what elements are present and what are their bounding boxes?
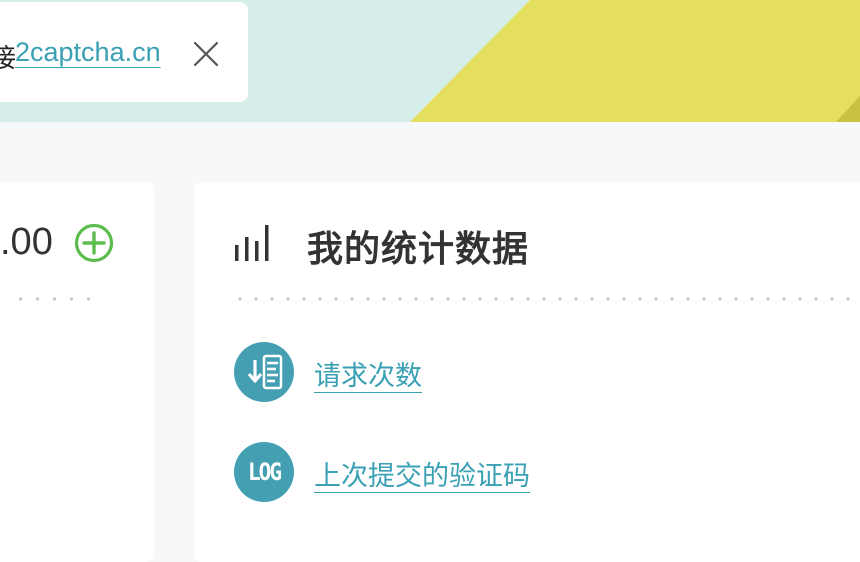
divider-dotted [12, 297, 102, 301]
plus-circle-icon[interactable] [74, 223, 114, 263]
domain-notice: 接 2captcha.cn [0, 2, 248, 102]
close-icon[interactable] [190, 38, 222, 70]
sort-list-icon [234, 342, 294, 402]
log-icon-text: LOG [248, 458, 282, 486]
top-banner: 接 2captcha.cn [0, 0, 860, 122]
log-icon: LOG [234, 442, 294, 502]
requests-link-label[interactable]: 请求次数 [314, 354, 422, 393]
last-captcha-log-label[interactable]: 上次提交的验证码 [314, 454, 530, 493]
divider-dotted [232, 297, 860, 301]
balance-amount: .00 [0, 221, 53, 263]
notice-text: 接 [0, 44, 16, 74]
bar-chart-icon [235, 225, 269, 261]
statistics-title: 我的统计数据 [307, 229, 530, 270]
domain-link[interactable]: 2captcha.cn [15, 37, 161, 68]
